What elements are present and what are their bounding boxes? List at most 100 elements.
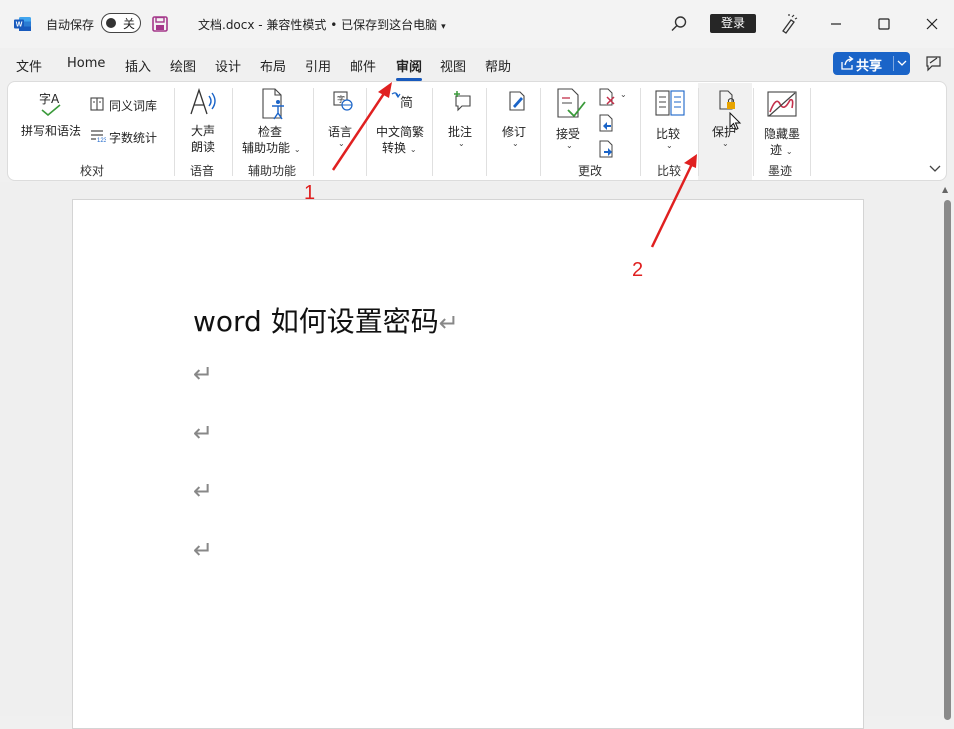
- autosave-toggle[interactable]: 关: [101, 13, 141, 33]
- login-button[interactable]: 登录: [710, 14, 756, 33]
- compare-icon: [655, 90, 685, 116]
- group-label-speech: 语音: [190, 164, 215, 178]
- tab-insert[interactable]: 插入: [125, 56, 151, 75]
- tab-draw[interactable]: 绘图: [170, 56, 196, 75]
- chinese-conversion-button[interactable]: 简 中文简繁 转换 ⌄: [372, 86, 432, 156]
- share-button[interactable]: 共享: [833, 52, 910, 75]
- thesaurus-label: 同义词库: [109, 99, 158, 113]
- paragraph-mark: ↵: [438, 309, 459, 337]
- chinese-conversion-line2: 转换 ⌄: [382, 141, 417, 155]
- tab-layout[interactable]: 布局: [260, 56, 286, 75]
- read-aloud-line1: 大声: [191, 124, 216, 138]
- chevron-down-icon[interactable]: [897, 58, 907, 68]
- chinese-conversion-icon: 简: [391, 92, 413, 111]
- tab-mailings[interactable]: 邮件: [350, 56, 376, 75]
- chevron-down-icon: ⌄: [338, 139, 345, 148]
- chevron-down-icon: ⌄: [722, 139, 729, 148]
- tab-design[interactable]: 设计: [215, 56, 241, 75]
- accept-button[interactable]: 接受 ⌄: [548, 86, 592, 156]
- save-icon[interactable]: [152, 16, 168, 32]
- chevron-down-icon: ▾: [441, 22, 446, 32]
- spelling-grammar-button[interactable]: 字A 拼写和语法: [20, 86, 84, 142]
- read-aloud-button[interactable]: 大声 朗读: [184, 86, 220, 154]
- search-icon[interactable]: [670, 15, 688, 33]
- word-app-icon: W: [14, 17, 31, 31]
- hide-ink-line2: 迹 ⌄: [770, 143, 793, 157]
- word-count-label: 字数统计: [109, 131, 158, 145]
- previous-change-icon[interactable]: [598, 114, 614, 132]
- accept-label: 接受: [556, 127, 581, 141]
- autosave-state: 关: [123, 17, 136, 31]
- document-page[interactable]: word 如何设置密码↵ ↵ ↵ ↵ ↵: [72, 199, 864, 729]
- scroll-up-icon[interactable]: ▲: [942, 185, 948, 194]
- reject-change-button[interactable]: ⌄: [596, 88, 632, 106]
- comments-button[interactable]: 批注 ⌄: [440, 86, 484, 156]
- close-icon[interactable]: [922, 14, 942, 34]
- tab-help[interactable]: 帮助: [485, 56, 511, 75]
- word-count-button[interactable]: 123 字数统计: [88, 126, 164, 146]
- read-aloud-icon: [190, 88, 216, 115]
- svg-text:W: W: [16, 22, 23, 29]
- minimize-icon[interactable]: [826, 14, 846, 34]
- language-icon: 字: [333, 91, 353, 111]
- ribbon: 字A 拼写和语法 同义词库 123 字数统计 校对 大声 朗读 语音 检查 辅助…: [7, 81, 947, 181]
- word-count-icon: 123: [91, 130, 106, 143]
- paragraph-mark: ↵: [193, 477, 214, 505]
- group-separator: [698, 88, 699, 176]
- read-aloud-line2: 朗读: [191, 140, 216, 154]
- hide-ink-button[interactable]: 隐藏墨 迹 ⌄: [758, 86, 808, 157]
- vertical-scrollbar[interactable]: ▲: [940, 182, 954, 720]
- share-icon: [841, 56, 854, 70]
- tab-home[interactable]: Home: [67, 56, 105, 71]
- accessibility-checker-icon: [262, 88, 284, 120]
- share-divider: [893, 56, 894, 71]
- thesaurus-icon: [90, 97, 104, 111]
- tab-references[interactable]: 引用: [305, 56, 331, 75]
- group-separator: [810, 88, 811, 176]
- compare-label: 比较: [656, 127, 681, 141]
- hide-ink-icon: [767, 91, 797, 117]
- check-accessibility-button[interactable]: 检查 辅助功能 ⌄: [240, 86, 312, 156]
- track-changes-label: 修订: [502, 125, 527, 139]
- scroll-thumb[interactable]: [944, 200, 951, 720]
- group-separator: [174, 88, 175, 176]
- comments-icon[interactable]: [925, 55, 943, 73]
- document-heading-text: word 如何设置密码: [193, 305, 439, 338]
- track-changes-icon: [509, 91, 525, 111]
- protect-document-icon: [719, 90, 735, 110]
- next-change-icon[interactable]: [598, 140, 614, 158]
- thesaurus-button[interactable]: 同义词库: [88, 94, 164, 114]
- tab-review[interactable]: 审阅: [396, 56, 423, 81]
- check-accessibility-line2: 辅助功能 ⌄: [242, 141, 301, 155]
- checkmark-icon: [41, 104, 61, 116]
- maximize-icon[interactable]: [874, 14, 894, 34]
- annotation-number-2: 2: [632, 259, 644, 281]
- document-heading[interactable]: word 如何设置密码↵: [193, 300, 459, 340]
- toggle-knob: [106, 18, 116, 28]
- group-separator: [313, 88, 314, 176]
- comments-label: 批注: [448, 125, 473, 139]
- tab-file[interactable]: 文件: [16, 56, 42, 75]
- group-label-changes: 更改: [578, 164, 603, 178]
- compare-button[interactable]: 比较 ⌄: [648, 86, 694, 156]
- title-bar: W 自动保存 关 文档.docx - 兼容性模式 • 已保存到这台电脑 ▾ 登录: [0, 0, 954, 48]
- document-title-text: 文档.docx - 兼容性模式 • 已保存到这台电脑: [198, 18, 438, 32]
- language-label: 语言: [328, 125, 353, 139]
- autosave-label: 自动保存: [46, 18, 95, 32]
- paragraph-mark: ↵: [193, 419, 214, 447]
- group-separator: [432, 88, 433, 176]
- mouse-cursor-icon: [729, 112, 742, 131]
- language-button[interactable]: 字 语言 ⌄: [320, 86, 364, 156]
- chevron-down-icon[interactable]: [928, 162, 942, 176]
- document-title[interactable]: 文档.docx - 兼容性模式 • 已保存到这台电脑 ▾: [198, 16, 446, 33]
- tab-view[interactable]: 视图: [440, 56, 466, 75]
- group-label-accessibility: 辅助功能: [248, 164, 297, 178]
- paragraph-mark: ↵: [193, 536, 214, 564]
- paragraph-mark: ↵: [193, 360, 214, 388]
- svg-text:123: 123: [97, 138, 106, 143]
- designer-pen-icon[interactable]: [780, 14, 798, 34]
- group-separator: [232, 88, 233, 176]
- track-changes-button[interactable]: 修订 ⌄: [494, 86, 538, 156]
- chevron-down-icon: ⌄: [512, 139, 519, 148]
- group-separator: [540, 88, 541, 176]
